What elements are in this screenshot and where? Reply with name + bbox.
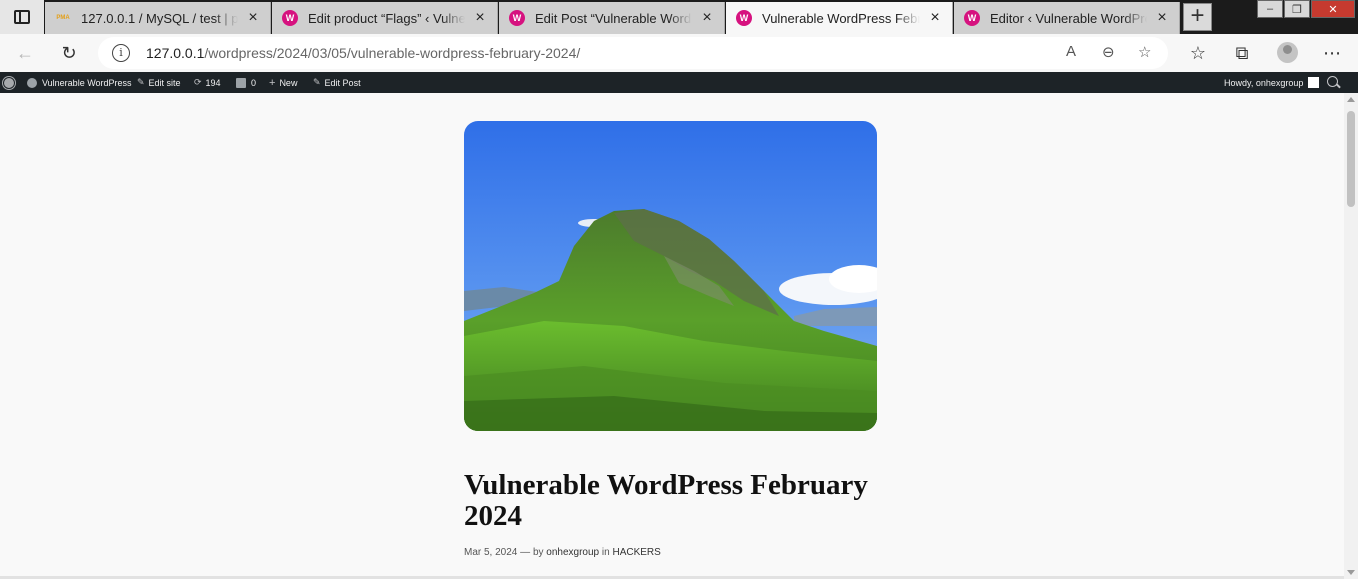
mountain-landscape-image [464, 121, 877, 431]
phpmyadmin-icon [55, 10, 71, 26]
pencil-icon: ✎ [313, 77, 321, 87]
favorites-icon: ☆ [1189, 42, 1207, 63]
read-aloud-icon[interactable]: A [1066, 43, 1076, 60]
meta-separator: — [520, 547, 531, 558]
close-window-button[interactable]: ✕ [1311, 0, 1355, 18]
close-icon[interactable]: × [471, 9, 489, 27]
url-host: 127.0.0.1 [146, 45, 205, 61]
zoom-icon[interactable]: ⊖ [1102, 43, 1115, 61]
close-icon[interactable]: × [1153, 9, 1171, 27]
tab-actions-icon [14, 10, 30, 24]
tab-actions-button[interactable] [0, 0, 44, 34]
close-icon[interactable]: × [244, 9, 262, 27]
edit-site-label: Edit site [148, 77, 181, 88]
pencil-icon: ✎ [137, 77, 145, 87]
site-name-label: Vulnerable WordPress [42, 77, 132, 88]
tab-edit-product[interactable]: Edit product “Flags” ‹ Vulnerab × [272, 2, 498, 34]
tab-vulnerable-wordpress[interactable]: Vulnerable WordPress Februar × [726, 2, 953, 34]
tab-title: 127.0.0.1 / MySQL / test | phpMy [81, 10, 238, 26]
edit-post-label: Edit Post [324, 77, 361, 88]
site-info-icon[interactable]: i [112, 44, 130, 62]
post-category[interactable]: HACKERS [612, 547, 660, 558]
meta-in: in [601, 547, 610, 558]
profile-avatar[interactable] [1277, 42, 1298, 63]
post-date[interactable]: Mar 5, 2024 [464, 547, 517, 558]
dashboard-icon [27, 77, 37, 88]
url-path: /wordpress/2024/03/05/vulnerable-wordpre… [204, 45, 581, 61]
tab-title: Edit product “Flags” ‹ Vulnerab [308, 10, 465, 26]
address-bar[interactable]: i 127.0.0.1/wordpress/2024/03/05/vulnera… [98, 37, 1168, 69]
tab-title: Edit Post “Vulnerable WordPres [535, 10, 692, 26]
site-name-menu[interactable]: Vulnerable WordPress [27, 72, 132, 93]
comments-menu[interactable]: 0 [236, 72, 256, 93]
page-content: Vulnerable WordPress February 2024 Mar 5… [0, 93, 1344, 579]
wp-admin-bar: Vulnerable WordPress ✎ Edit site ⟳ 194 0… [0, 72, 1358, 93]
collections-icon: ⧉ [1235, 42, 1249, 63]
browser-toolbar: ← ↻ i 127.0.0.1/wordpress/2024/03/05/vul… [0, 34, 1358, 72]
settings-more-button[interactable]: ⋯ [1319, 40, 1345, 66]
meta-by: by [532, 547, 544, 558]
arrow-left-icon: ← [16, 42, 34, 63]
new-label: New [279, 77, 298, 88]
edit-post-menu[interactable]: ✎ Edit Post [313, 72, 361, 93]
minimize-button[interactable]: – [1257, 0, 1283, 18]
scrollbar-thumb[interactable] [1347, 111, 1355, 207]
search-icon[interactable] [1327, 76, 1338, 87]
featured-image [464, 121, 877, 431]
tab-title: Vulnerable WordPress Februar [762, 10, 920, 26]
page-scrollbar[interactable] [1344, 93, 1358, 579]
scroll-down-icon[interactable] [1347, 570, 1355, 575]
edit-site-menu[interactable]: ✎ Edit site [137, 72, 181, 93]
updates-icon: ⟳ [194, 77, 202, 87]
post-title: Vulnerable WordPress February 2024 [464, 469, 868, 532]
restore-button[interactable]: ❐ [1284, 0, 1310, 18]
wp-logo-menu[interactable] [3, 72, 20, 93]
refresh-button[interactable]: ↻ [56, 40, 82, 66]
plus-icon: + [269, 76, 276, 89]
collections-button[interactable]: ⧉ [1229, 40, 1255, 66]
wordpress-icon [964, 10, 980, 26]
post-meta: Mar 5, 2024 — by onhexgroup in HACKERS [464, 547, 661, 558]
url-text[interactable]: 127.0.0.1/wordpress/2024/03/05/vulnerabl… [146, 45, 580, 61]
wordpress-logo-icon [3, 76, 15, 89]
tab-phpmyadmin[interactable]: 127.0.0.1 / MySQL / test | phpMy × [45, 2, 271, 34]
updates-menu[interactable]: ⟳ 194 [194, 72, 221, 93]
new-content-menu[interactable]: + New [269, 72, 297, 93]
tab-editor[interactable]: Editor ‹ Vulnerable WordPress × [954, 2, 1180, 34]
comment-icon [236, 77, 246, 88]
wordpress-icon [509, 10, 525, 26]
tab-edit-post[interactable]: Edit Post “Vulnerable WordPres × [499, 2, 725, 34]
scroll-up-icon[interactable] [1347, 97, 1355, 102]
add-favorite-icon[interactable]: ☆ [1138, 43, 1151, 61]
new-tab-button[interactable]: + [1183, 3, 1212, 31]
wordpress-icon [282, 10, 298, 26]
more-icon: ⋯ [1323, 42, 1341, 63]
window-controls: – ❐ ✕ [1256, 0, 1355, 20]
back-button[interactable]: ← [12, 40, 38, 66]
favorites-button[interactable]: ☆ [1185, 40, 1211, 66]
post-author[interactable]: onhexgroup [546, 547, 599, 558]
tab-strip: 127.0.0.1 / MySQL / test | phpMy × Edit … [0, 0, 1358, 34]
close-icon[interactable]: × [698, 9, 716, 27]
close-icon[interactable]: × [926, 9, 944, 27]
user-avatar [1308, 77, 1320, 88]
updates-count: 194 [205, 77, 221, 88]
howdy-label: Howdy, onhexgroup [1224, 77, 1304, 88]
my-account-menu[interactable]: Howdy, onhexgroup [1224, 72, 1320, 93]
tab-title: Editor ‹ Vulnerable WordPress [990, 10, 1147, 26]
refresh-icon: ↻ [61, 42, 77, 63]
wordpress-icon [736, 10, 752, 26]
comments-count: 0 [251, 77, 257, 88]
